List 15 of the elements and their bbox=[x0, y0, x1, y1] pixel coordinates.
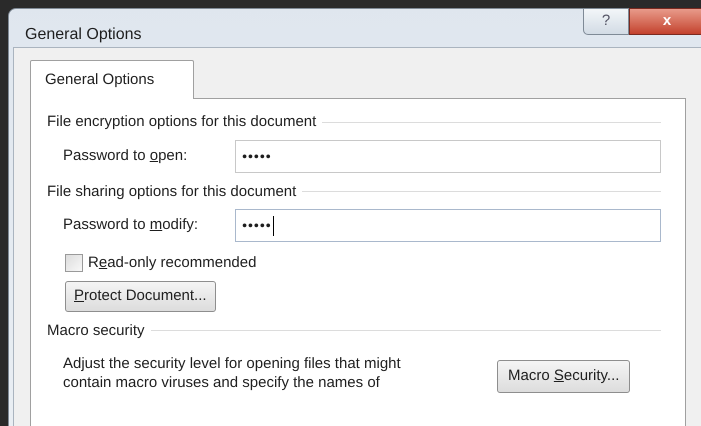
field-label: Password to modify: bbox=[63, 215, 200, 236]
checkbox-label: Read-only recommended bbox=[88, 253, 256, 273]
window-title: General Options bbox=[25, 25, 142, 45]
protect-document-button[interactable]: Protect Document... bbox=[65, 280, 216, 312]
field-label: Password to open: bbox=[63, 146, 188, 166]
checkbox[interactable] bbox=[65, 254, 83, 272]
macro-security-button[interactable]: Macro Security... bbox=[497, 360, 630, 393]
password-field[interactable]: ••••• bbox=[235, 209, 661, 242]
tab[interactable]: General Options bbox=[30, 60, 194, 99]
macro-description: Adjust the security level for opening files that might contain macro viruses and specify the names of bbox=[63, 354, 402, 392]
section-heading: File sharing options for this document bbox=[47, 182, 296, 202]
section-heading: Macro security bbox=[47, 320, 145, 340]
help-button[interactable]: ? bbox=[583, 8, 629, 35]
section-heading: File encryption options for this document bbox=[47, 112, 316, 132]
password-field[interactable]: ••••• bbox=[235, 140, 661, 172]
